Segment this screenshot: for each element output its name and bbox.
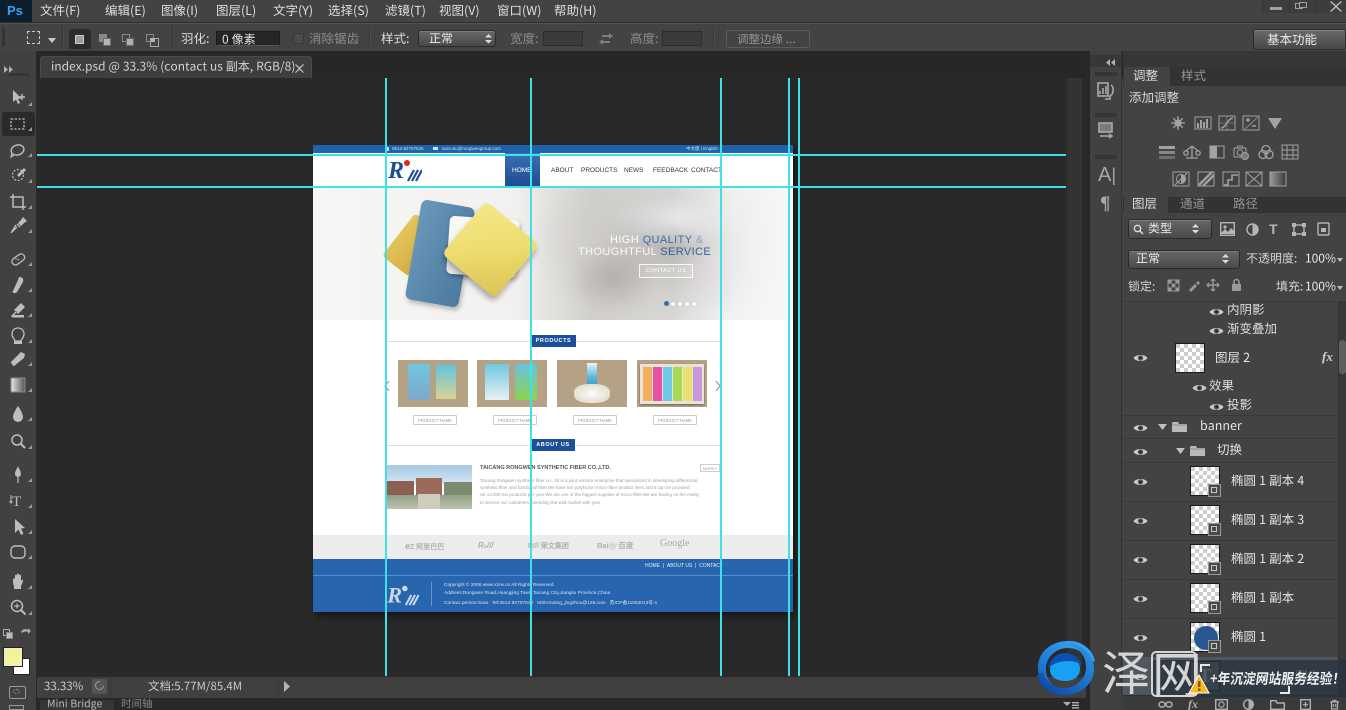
svg-text:T: T	[12, 494, 21, 510]
svg-text:R: R	[387, 583, 402, 607]
svg-text:R: R	[388, 158, 404, 183]
